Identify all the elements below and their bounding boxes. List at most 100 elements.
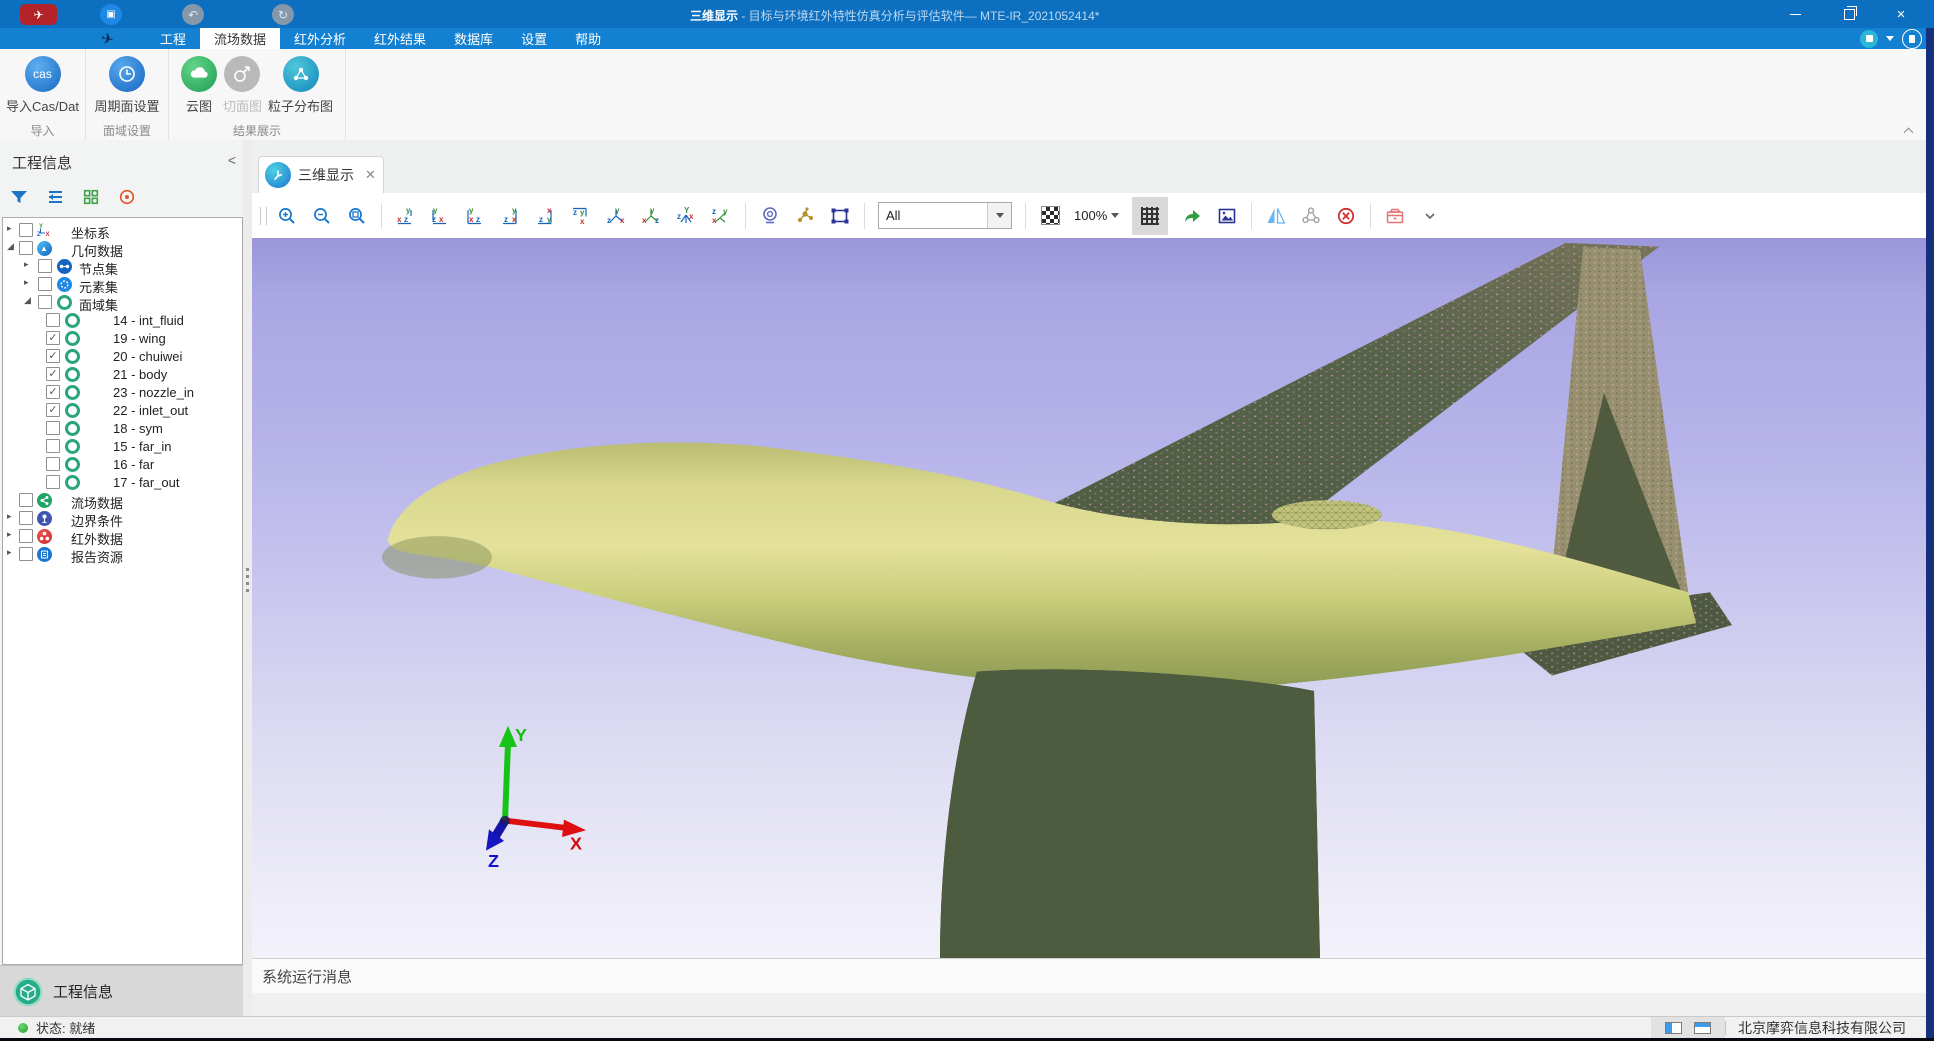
export-forward-button[interactable] [1181, 205, 1203, 227]
menu-database[interactable]: 数据库 [440, 28, 507, 49]
expand-arrow-icon[interactable]: ▸ [24, 277, 29, 288]
snapshot-image-button[interactable] [1216, 205, 1238, 227]
tree-item-nozzle-in[interactable]: ✓ 23 - nozzle_in [3, 383, 242, 401]
dither-pattern-button[interactable] [1039, 205, 1061, 227]
checkbox[interactable] [46, 421, 60, 435]
contour-button[interactable]: 云图 [181, 56, 217, 115]
view-iso-2-button[interactable]: xyz [640, 205, 662, 227]
tree-item-elements[interactable]: ▸ 元素集 [3, 275, 242, 293]
tree-item-chuiwei[interactable]: ✓ 20 - chuiwei [3, 347, 242, 365]
expand-arrow-icon[interactable]: ▸ [7, 511, 12, 522]
minimize-button[interactable] [1772, 0, 1818, 28]
checkbox[interactable] [38, 277, 52, 291]
molecule-display-button[interactable] [794, 205, 816, 227]
grid-toggle-button-active[interactable] [1132, 197, 1168, 235]
particle-button[interactable]: 粒子分布图 [268, 56, 333, 115]
menu-help[interactable]: 帮助 [561, 28, 615, 49]
checkbox[interactable] [19, 223, 33, 237]
tree-item-far[interactable]: 16 - far [3, 455, 242, 473]
tab-close-icon[interactable]: ✕ [365, 167, 376, 183]
import-cas-button[interactable]: cas 导入Cas/Dat [6, 56, 79, 115]
camera-view-button[interactable] [759, 205, 781, 227]
layout-bottom-panel-icon[interactable] [1694, 1022, 1711, 1034]
toolbar-drag-handle[interactable] [260, 207, 267, 225]
menu-flow-data[interactable]: 流场数据 [200, 28, 280, 49]
checkbox[interactable] [19, 493, 33, 507]
view-top-button[interactable]: zyx [535, 205, 557, 227]
viewport-3d[interactable]: Y X Z [252, 238, 1926, 959]
tree-item-wing[interactable]: ✓ 19 - wing [3, 329, 242, 347]
locate-target-icon[interactable] [114, 185, 140, 209]
zoom-fit-button[interactable] [346, 205, 368, 227]
collapse-arrow-icon[interactable]: ◢ [24, 295, 31, 306]
tree-item-infrared[interactable]: ▸ 红外数据 [3, 527, 242, 545]
tree-item-coord[interactable]: ▸ YZX 坐标系 [3, 221, 242, 239]
expand-arrow-icon[interactable]: ▸ [7, 547, 12, 558]
view-front-button[interactable]: xzy [395, 205, 417, 227]
view-iso-4-button[interactable]: zxy [710, 205, 732, 227]
view-right-button[interactable]: zxy [500, 205, 522, 227]
undo-button[interactable]: ↶ [182, 4, 204, 25]
zoom-level-dropdown[interactable]: 100% [1074, 208, 1119, 223]
view-iso-3-button[interactable]: zYx [675, 205, 697, 227]
grid-view-icon[interactable] [78, 185, 104, 209]
zoom-out-button[interactable] [311, 205, 333, 227]
tree-item-sym[interactable]: 18 - sym [3, 419, 242, 437]
checkbox[interactable] [19, 511, 33, 525]
checkbox-checked[interactable]: ✓ [46, 331, 60, 345]
checkbox[interactable] [19, 241, 33, 255]
expand-arrow-icon[interactable]: ▸ [7, 223, 12, 234]
theme-button[interactable] [1902, 29, 1922, 49]
expand-arrow-icon[interactable]: ▸ [7, 529, 12, 540]
view-iso-1-button[interactable]: zyx [605, 205, 627, 227]
redo-button[interactable]: ↻ [272, 4, 294, 25]
checkbox-checked[interactable]: ✓ [46, 349, 60, 363]
menu-engineering[interactable]: 工程 [146, 28, 200, 49]
tree-item-body[interactable]: ✓ 21 - body [3, 365, 242, 383]
display-filter-combobox[interactable]: All [878, 202, 1012, 229]
maximize-button[interactable] [1826, 0, 1872, 28]
periodic-surface-button[interactable]: 周期面设置 [94, 56, 159, 115]
tree-item-faces[interactable]: ◢ 面域集 [3, 293, 242, 311]
filter-icon[interactable] [6, 185, 32, 209]
checkbox[interactable] [38, 259, 52, 273]
checkbox-checked[interactable]: ✓ [46, 367, 60, 381]
tree-item-int-fluid[interactable]: 14 - int_fluid [3, 311, 242, 329]
tree-item-report[interactable]: ▸ 报告资源 [3, 545, 242, 563]
tree-item-flow-data[interactable]: 流场数据 [3, 491, 242, 509]
tree-item-geometry[interactable]: ◢ ▲ 几何数据 [3, 239, 242, 257]
checkbox[interactable] [46, 313, 60, 327]
mirror-button[interactable] [1265, 205, 1287, 227]
list-view-icon[interactable] [42, 185, 68, 209]
save-button[interactable]: ▣ [100, 4, 122, 25]
panel-splitter[interactable] [243, 140, 252, 1017]
checkbox[interactable] [46, 439, 60, 453]
panel-collapse-button[interactable]: < [228, 152, 236, 168]
tree-item-boundary[interactable]: ▸ 边界条件 [3, 509, 242, 527]
checkbox[interactable] [46, 475, 60, 489]
tree-item-far-out[interactable]: 17 - far_out [3, 473, 242, 491]
tree-item-nodes[interactable]: ▸ 节点集 [3, 257, 242, 275]
layout-left-panel-icon[interactable] [1665, 1022, 1682, 1034]
archive-box-button[interactable] [1384, 205, 1406, 227]
view-left-button[interactable]: xzy [465, 205, 487, 227]
checkbox[interactable] [19, 529, 33, 543]
panel-footer-tab[interactable]: 工程信息 [0, 965, 250, 1017]
zoom-in-button[interactable] [276, 205, 298, 227]
tree-item-far-in[interactable]: 15 - far_in [3, 437, 242, 455]
style-toggle-button[interactable] [1860, 30, 1878, 48]
menu-ir-analysis[interactable]: 红外分析 [280, 28, 360, 49]
app-quick-button[interactable]: ✈ [20, 4, 57, 25]
checkbox[interactable] [38, 295, 52, 309]
share-network-button[interactable] [1300, 205, 1322, 227]
combobox-arrow[interactable] [987, 203, 1011, 228]
expand-arrow-icon[interactable]: ▸ [24, 259, 29, 270]
chevron-down-icon[interactable] [1886, 36, 1894, 41]
checkbox[interactable] [19, 547, 33, 561]
menu-ir-result[interactable]: 红外结果 [360, 28, 440, 49]
close-button[interactable]: × [1878, 0, 1924, 28]
collapse-arrow-icon[interactable]: ◢ [7, 241, 14, 252]
view-bottom-button[interactable]: zyx [570, 205, 592, 227]
checkbox-checked[interactable]: ✓ [46, 403, 60, 417]
view-back-button[interactable]: zxy [430, 205, 452, 227]
